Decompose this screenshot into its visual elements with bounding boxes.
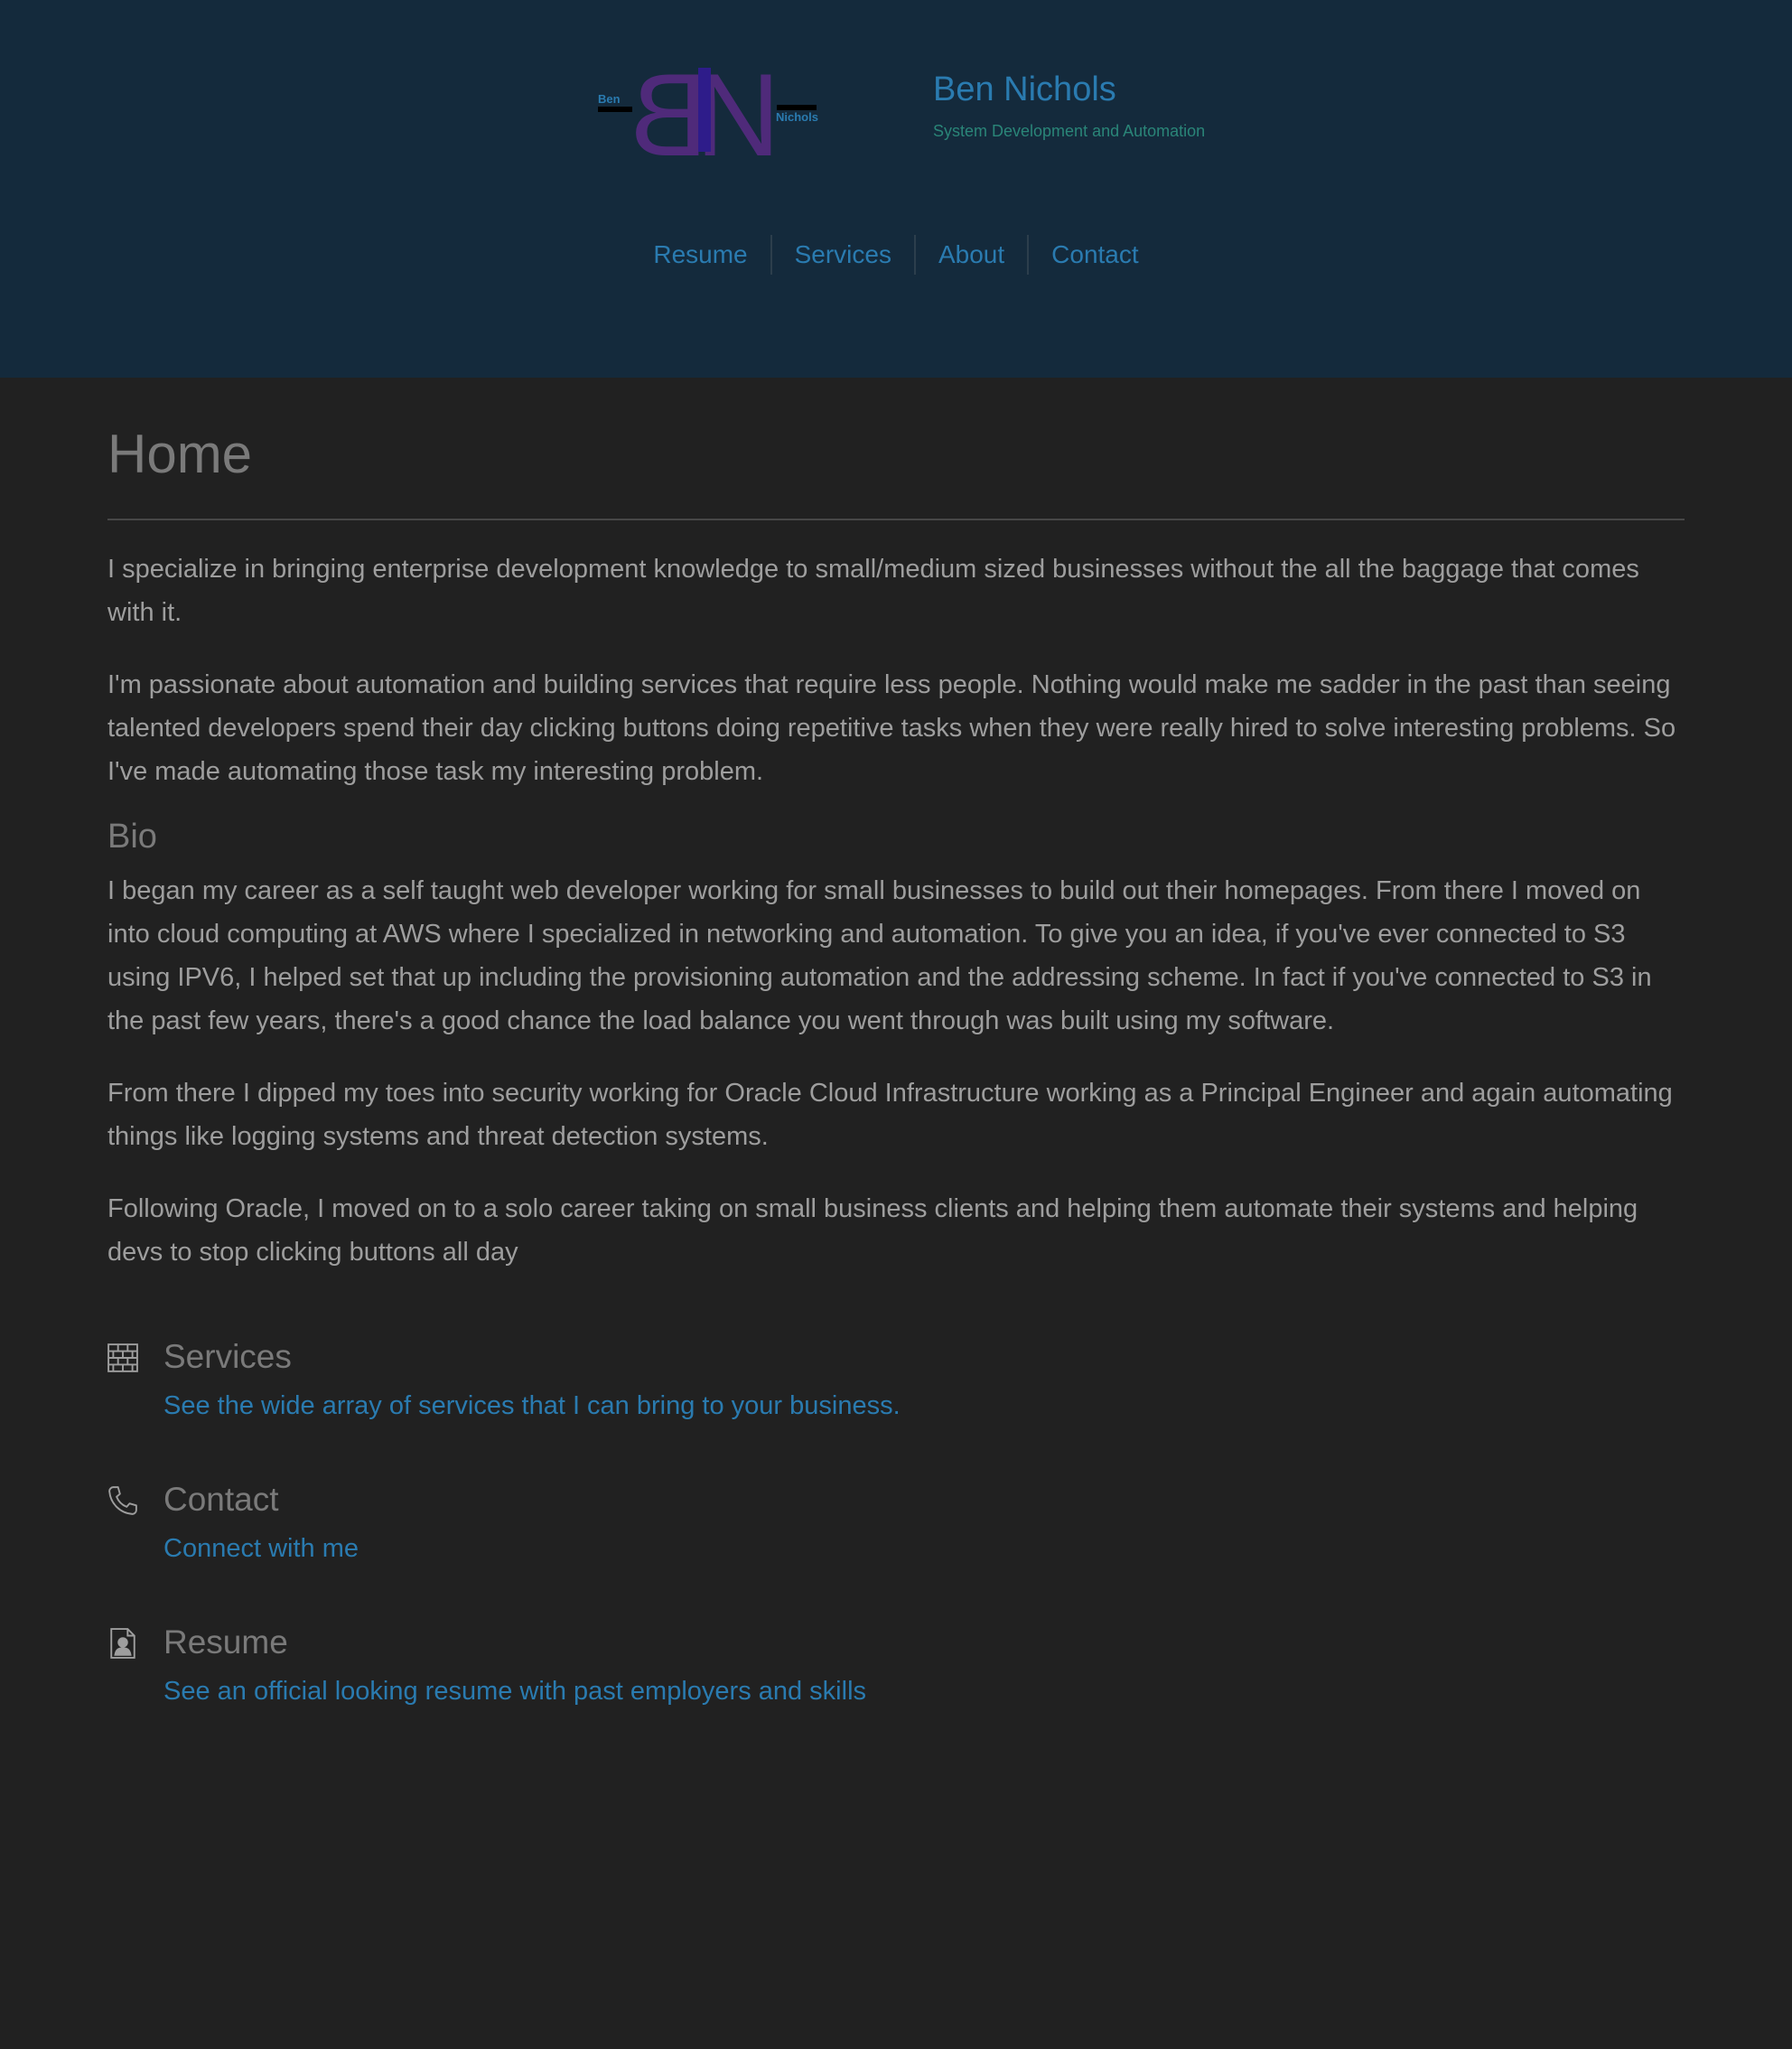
title-divider (107, 519, 1685, 520)
resume-document-icon (110, 1627, 135, 1659)
main-content: Home I specialize in bringing enterprise… (107, 378, 1685, 1709)
resume-card-title: Resume (163, 1623, 288, 1661)
contact-link[interactable]: Connect with me (163, 1532, 1685, 1567)
contact-card: Contact Connect with me (107, 1480, 1685, 1567)
nav-contact[interactable]: Contact (1027, 235, 1162, 275)
services-card-title: Services (163, 1337, 292, 1375)
phone-icon (108, 1485, 137, 1515)
site-tagline: System Development and Automation (933, 122, 1206, 140)
nav-about[interactable]: About (913, 235, 1027, 275)
site-header: Ben B N Nichols Ben Nichols System Devel… (0, 0, 1792, 378)
bio-heading: Bio (107, 818, 157, 856)
brick-wall-icon (107, 1343, 138, 1372)
logo-last-name: Nichols (776, 110, 818, 124)
bio-paragraph: From there I dipped my toes into securit… (107, 1078, 1673, 1151)
intro-paragraph: I specialize in bringing enterprise deve… (107, 555, 1639, 627)
nav-resume[interactable]: Resume (630, 235, 770, 275)
logo-first-name: Ben (598, 92, 621, 106)
logo-left-dash (598, 107, 632, 112)
contact-card-title: Contact (163, 1480, 279, 1518)
bio-paragraph: I began my career as a self taught web d… (107, 875, 1652, 1035)
resume-link[interactable]: See an official looking resume with past… (163, 1675, 1685, 1709)
main-nav: Resume Services About Contact (0, 235, 1792, 275)
logo[interactable]: Ben B N Nichols (596, 63, 822, 158)
intro-paragraph: I'm passionate about automation and buil… (107, 670, 1676, 786)
services-card: Services See the wide array of services … (107, 1337, 1685, 1424)
resume-card: Resume See an official looking resume wi… (107, 1623, 1685, 1709)
bio-paragraph: Following Oracle, I moved on to a solo c… (107, 1193, 1638, 1267)
logo-center-bar (698, 68, 711, 152)
services-link[interactable]: See the wide array of services that I ca… (163, 1389, 1685, 1424)
site-title[interactable]: Ben Nichols (933, 70, 1116, 109)
nav-services[interactable]: Services (770, 235, 914, 275)
page-title: Home (107, 424, 253, 484)
